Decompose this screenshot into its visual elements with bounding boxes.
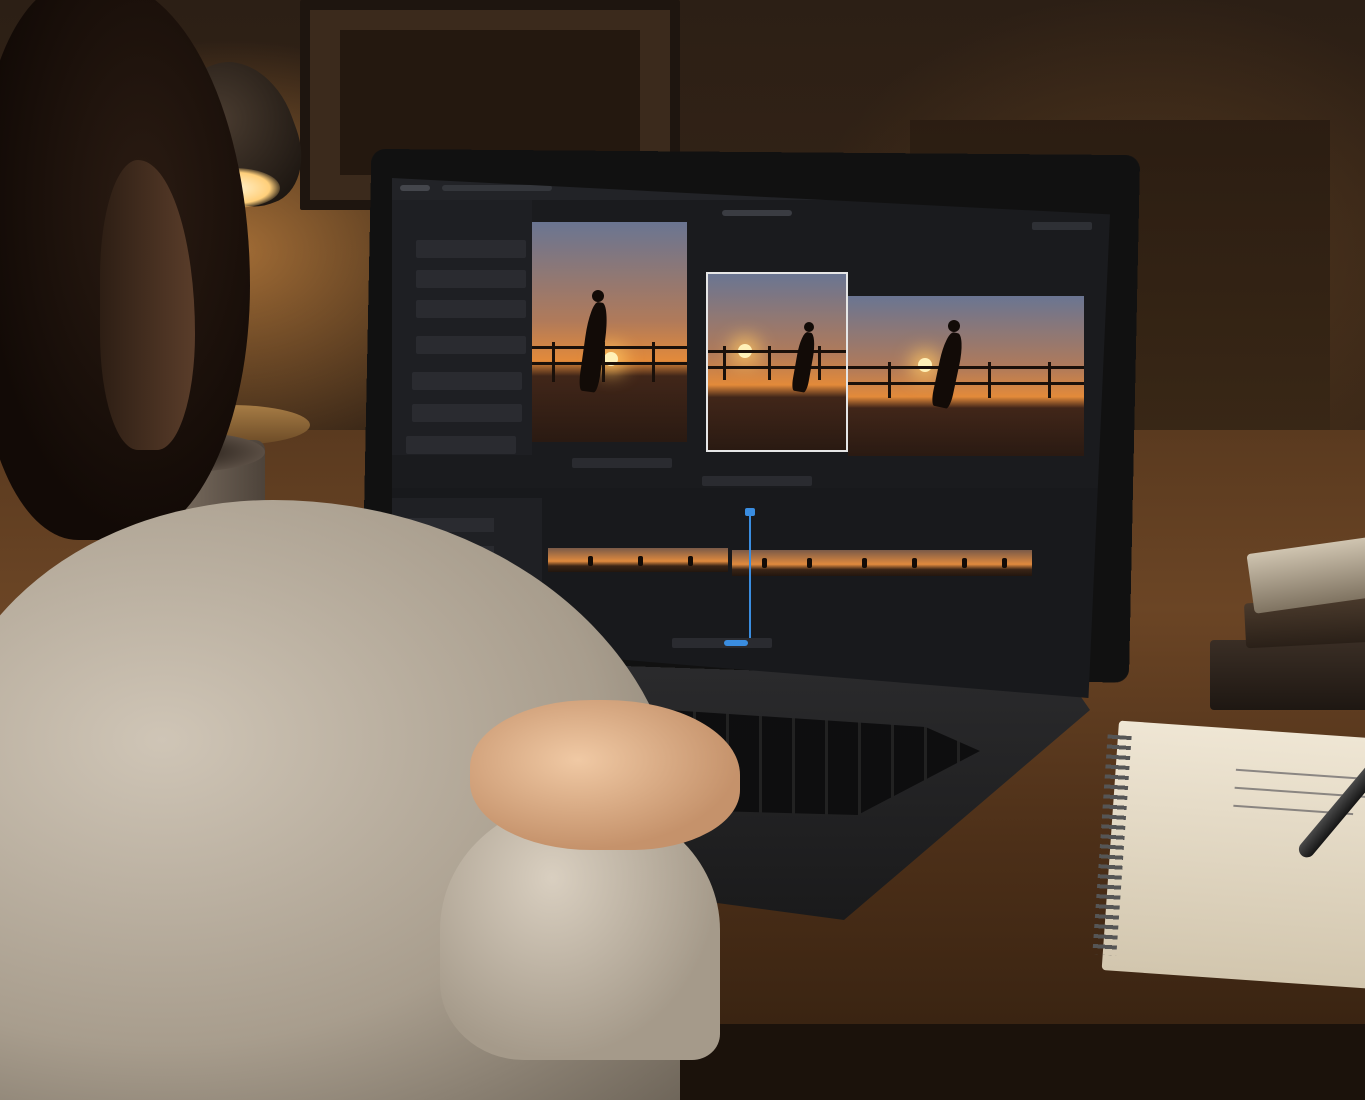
preview-photo-selected[interactable] xyxy=(706,272,848,452)
timeline-playhead[interactable] xyxy=(749,512,751,642)
library-item[interactable] xyxy=(416,336,526,354)
preview-photo-landscape[interactable] xyxy=(848,296,1084,456)
library-item[interactable] xyxy=(416,300,526,318)
timeline-clip-1[interactable] xyxy=(548,548,728,572)
book-stack-bottom xyxy=(1210,640,1365,710)
library-item[interactable] xyxy=(416,240,526,258)
timeline-clip-2[interactable] xyxy=(732,550,1032,576)
playhead-handle[interactable] xyxy=(745,508,755,516)
menu-bar[interactable] xyxy=(442,185,552,191)
library-item[interactable] xyxy=(406,436,516,454)
export-button[interactable] xyxy=(1032,222,1092,230)
library-item[interactable] xyxy=(416,270,526,288)
person-hand xyxy=(470,700,740,850)
timeline-toolbar[interactable] xyxy=(672,638,772,648)
spiral-notebook xyxy=(1101,720,1365,990)
library-item[interactable] xyxy=(412,372,522,390)
playback-controls[interactable] xyxy=(572,458,672,468)
library-item[interactable] xyxy=(412,404,522,422)
zoom-slider[interactable] xyxy=(724,640,748,646)
project-title xyxy=(722,210,792,216)
preview-photo-portrait[interactable] xyxy=(532,222,687,442)
window-controls[interactable] xyxy=(400,185,430,191)
media-library-panel xyxy=(392,200,532,455)
transport-controls[interactable] xyxy=(702,476,812,486)
